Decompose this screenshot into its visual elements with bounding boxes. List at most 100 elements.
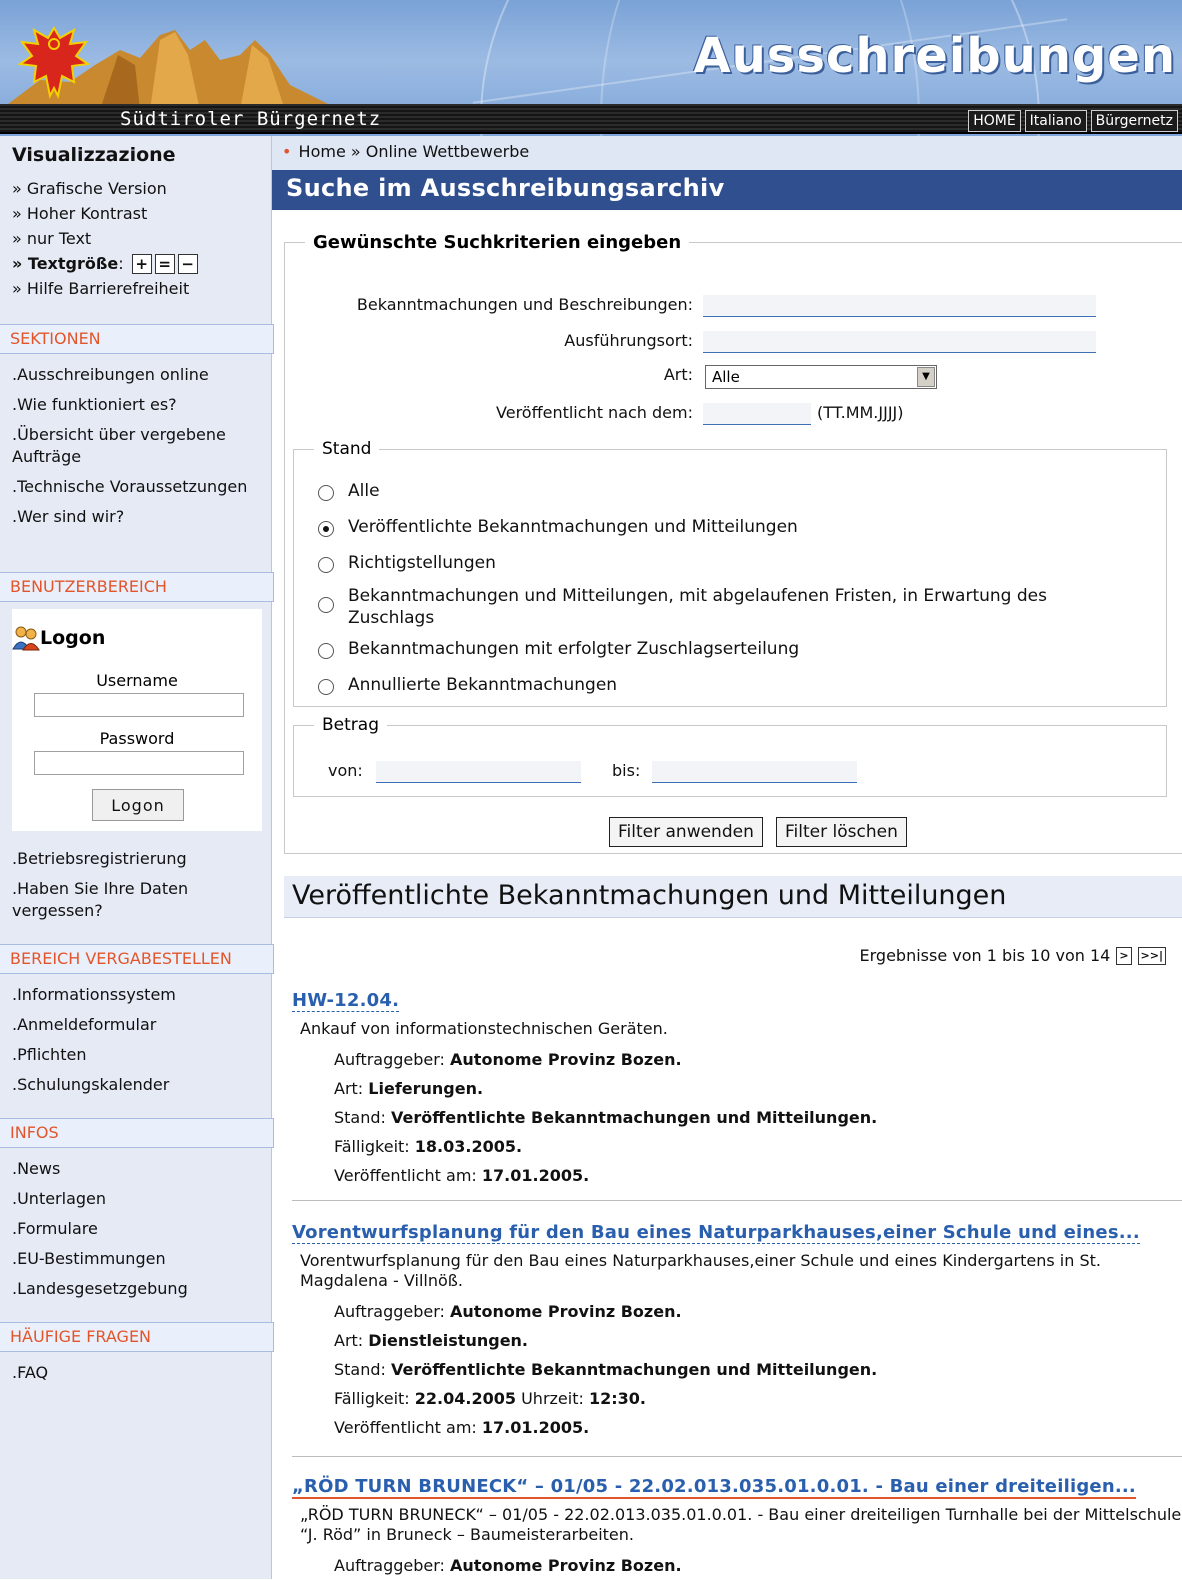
contracting-area-heading: BEREICH VERGABESTELLEN (0, 944, 274, 974)
last-page-button[interactable]: >>| (1137, 946, 1166, 965)
breadcrumb-separator: » (350, 142, 361, 161)
result-title-link[interactable]: HW-12.04. (292, 990, 400, 1012)
graphic-version-link[interactable]: » Grafische Version (12, 176, 198, 201)
breadcrumb-current[interactable]: Online Wettbewerbe (366, 142, 529, 161)
status-option-label: Richtigstellungen (348, 553, 496, 573)
amount-from-input[interactable] (376, 761, 581, 783)
type-select[interactable]: Alle ▼ (705, 365, 937, 389)
status-option-cancelled[interactable]: Annullierte Bekanntmachungen (318, 675, 617, 695)
result-separator (292, 1456, 1182, 1457)
home-link[interactable]: HOME (968, 110, 1021, 132)
published-label: Veröffentlicht am: (334, 1418, 477, 1437)
status-option-corrections[interactable]: Richtigstellungen (318, 553, 496, 573)
result-meta: Auftraggeber: Autonome Provinz Bozen. Ar… (334, 1297, 1182, 1442)
nav-awarded-overview[interactable]: .Übersicht über vergebene Aufträge (12, 424, 262, 468)
username-field[interactable] (34, 693, 244, 717)
type-label: Art: (334, 1079, 364, 1098)
status-legend: Stand (322, 439, 372, 459)
result-item: Vorentwurfsplanung für den Bau eines Nat… (292, 1222, 1182, 1442)
nav-state-legislation[interactable]: .Landesgesetzgebung (12, 1278, 262, 1300)
due-value: 22.04.2005 (414, 1389, 516, 1408)
status-label: Stand: (334, 1108, 386, 1127)
result-meta: Auftraggeber: Autonome Provinz Bozen. Ar… (334, 1045, 1182, 1190)
result-title-link[interactable]: „RÖD TURN BRUNECK“ – 01/05 - 22.02.013.0… (292, 1476, 1136, 1499)
logon-button[interactable]: Logon (92, 789, 184, 821)
status-radio-all[interactable] (318, 485, 334, 501)
published-label: Veröffentlicht nach dem: (496, 403, 693, 422)
nav-faq[interactable]: .FAQ (12, 1362, 262, 1384)
status-option-awarded[interactable]: Bekanntmachungen mit erfolgter Zuschlags… (318, 639, 799, 659)
high-contrast-link[interactable]: » Hoher Kontrast (12, 201, 198, 226)
nav-training-calendar[interactable]: .Schulungskalender (12, 1074, 262, 1096)
apply-filter-button[interactable]: Filter anwenden (609, 817, 763, 847)
amount-to-label: bis: (612, 761, 641, 780)
location-row: Ausführungsort: (285, 331, 693, 355)
nav-company-registration[interactable]: .Betriebsregistrierung (12, 848, 262, 870)
status-option-all[interactable]: Alle (318, 481, 380, 501)
breadcrumb: • Home » Online Wettbewerbe (272, 136, 1182, 170)
amount-from-label: von: (328, 761, 363, 780)
results-heading: Veröffentlichte Bekanntmachungen und Mit… (284, 876, 1182, 918)
nav-technical-requirements[interactable]: .Technische Voraussetzungen (12, 476, 262, 498)
text-size-label: Textgröße (27, 254, 119, 273)
nav-documents[interactable]: .Unterlagen (12, 1188, 262, 1210)
nav-who-are-we[interactable]: .Wer sind wir? (12, 506, 262, 528)
buergernetz-link[interactable]: Bürgernetz (1090, 110, 1178, 132)
status-radio-awarded[interactable] (318, 643, 334, 659)
published-value: 17.01.2005. (481, 1418, 590, 1437)
bullet-icon: • (282, 142, 292, 161)
due-label: Fälligkeit: (334, 1389, 410, 1408)
status-radio-corrections[interactable] (318, 557, 334, 573)
nav-registration-form[interactable]: .Anmeldeformular (12, 1014, 262, 1036)
password-field[interactable] (34, 751, 244, 775)
text-size-increase-button[interactable]: + (131, 254, 152, 274)
faq-heading: HÄUFIGE FRAGEN (0, 1322, 274, 1352)
accessibility-help-link[interactable]: » Hilfe Barrierefreiheit (12, 276, 198, 301)
status-radio-expired[interactable] (318, 597, 334, 613)
status-radio-cancelled[interactable] (318, 679, 334, 695)
nav-news[interactable]: .News (12, 1158, 262, 1180)
result-description: Vorentwurfsplanung für den Bau eines Nat… (300, 1251, 1101, 1290)
nav-duties[interactable]: .Pflichten (12, 1044, 262, 1066)
time-label: Uhrzeit: (521, 1389, 584, 1408)
site-name: Südtiroler Bürgernetz (120, 108, 382, 130)
nav-forgot-data[interactable]: .Haben Sie Ihre Daten vergessen? (12, 878, 262, 922)
location-label: Ausführungsort: (564, 331, 693, 350)
status-option-expired[interactable]: Bekanntmachungen und Mitteilungen, mit a… (318, 585, 1118, 629)
text-size-row: » Textgröße: + = − (12, 251, 198, 276)
amount-to-input[interactable] (652, 761, 857, 783)
next-page-button[interactable]: > (1116, 946, 1132, 965)
nav-how-it-works[interactable]: .Wie funktioniert es? (12, 394, 262, 416)
users-icon (12, 626, 40, 651)
announcements-input[interactable] (703, 295, 1096, 317)
search-criteria-fieldset: Gewünschte Suchkriterien eingeben Bekann… (284, 232, 1182, 854)
chevron-down-icon[interactable]: ▼ (917, 367, 935, 387)
user-area-list: .Betriebsregistrierung .Haben Sie Ihre D… (12, 848, 262, 930)
nav-forms[interactable]: .Formulare (12, 1218, 262, 1240)
faq-list: .FAQ (12, 1362, 262, 1392)
status-option-label: Bekanntmachungen mit erfolgter Zuschlags… (348, 639, 800, 659)
status-radio-published[interactable] (318, 521, 334, 537)
type-label: Art: (663, 365, 693, 384)
type-value: Lieferungen. (368, 1079, 484, 1098)
nav-information-system[interactable]: .Informationssystem (12, 984, 262, 1006)
sidebar: Visualizzazione » Grafische Version » Ho… (0, 136, 274, 1579)
nav-tenders-online[interactable]: .Ausschreibungen online (12, 364, 262, 386)
breadcrumb-home[interactable]: Home (299, 142, 346, 161)
status-fieldset: Stand Alle Veröffentlichte Bekanntmachun… (293, 439, 1167, 707)
clear-filter-button[interactable]: Filter löschen (776, 817, 907, 847)
username-label: Username (96, 671, 178, 690)
published-date-input[interactable] (703, 403, 811, 425)
status-option-published[interactable]: Veröffentlichte Bekanntmachungen und Mit… (318, 517, 798, 537)
text-size-reset-button[interactable]: = (154, 254, 175, 274)
location-input[interactable] (703, 331, 1096, 353)
logon-box: Logon Username Password Logon (12, 609, 262, 831)
text-size-decrease-button[interactable]: − (177, 254, 198, 274)
language-link[interactable]: Italiano (1024, 110, 1087, 132)
text-only-link[interactable]: » nur Text (12, 226, 198, 251)
result-item: HW-12.04. Ankauf von informationstechnis… (292, 990, 1182, 1190)
nav-eu-regulations[interactable]: .EU-Bestimmungen (12, 1248, 262, 1270)
client-label: Auftraggeber: (334, 1556, 445, 1575)
visualization-title: Visualizzazione (12, 144, 176, 166)
result-title-link[interactable]: Vorentwurfsplanung für den Bau eines Nat… (292, 1222, 1140, 1244)
